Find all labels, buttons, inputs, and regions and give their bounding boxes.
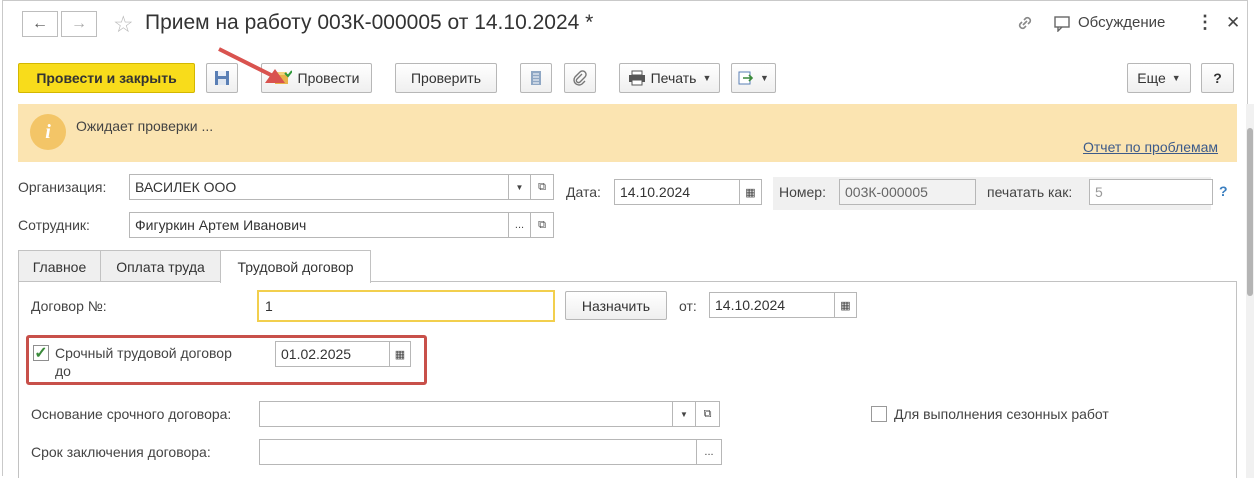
chevron-down-icon: ▼ — [760, 73, 769, 83]
employee-open-button[interactable]: ⧉ — [530, 212, 554, 238]
create-based-on-button[interactable]: ▼ — [731, 63, 776, 93]
status-message: Ожидает проверки ... — [76, 118, 214, 134]
chevron-down-icon: ▼ — [680, 409, 688, 419]
chevron-down-icon: ▼ — [702, 73, 712, 83]
tab-main[interactable]: Главное — [18, 250, 101, 282]
favorite-star-icon[interactable]: ☆ — [113, 11, 134, 38]
check-button[interactable]: Проверить — [395, 63, 497, 93]
employee-label: Сотрудник: — [18, 217, 90, 233]
contract-date-field[interactable]: 14.10.2024 — [709, 292, 835, 318]
ellipsis-icon: ... — [514, 219, 525, 231]
employee-field[interactable]: Фигуркин Артем Иванович — [129, 212, 509, 238]
attachment-button[interactable] — [564, 63, 596, 93]
calendar-icon: ▦ — [394, 348, 406, 361]
contract-number-label: Договор №: — [31, 298, 107, 314]
organization-field[interactable]: ВАСИЛЕК ООО — [129, 174, 509, 200]
tab-employment-contract[interactable]: Трудовой договор — [220, 250, 371, 283]
print-button-label: Печать — [650, 70, 697, 86]
chevron-down-icon: ▼ — [515, 182, 524, 192]
close-icon[interactable]: ✕ — [1226, 13, 1240, 33]
info-icon: i — [30, 114, 66, 150]
paperclip-icon — [573, 70, 587, 86]
more-options-icon[interactable]: ⋮ — [1196, 12, 1214, 33]
discussion-icon[interactable] — [1054, 16, 1072, 36]
post-button-label: Провести — [297, 70, 360, 86]
contract-number-field[interactable]: 1 — [257, 290, 555, 322]
annotation-arrow — [218, 47, 285, 83]
scrollbar-thumb[interactable] — [1247, 128, 1253, 296]
help-mark[interactable]: ? — [1219, 183, 1228, 199]
number-label: Номер: — [779, 184, 826, 200]
number-field: 003К-000005 — [839, 179, 976, 205]
help-button[interactable]: ? — [1201, 63, 1234, 93]
calendar-icon: ▦ — [840, 299, 851, 312]
organization-dropdown-button[interactable]: ▼ — [508, 174, 531, 200]
employee-select-button[interactable]: ... — [508, 212, 531, 238]
fixed-term-end-date-field[interactable]: 01.02.2025 — [275, 341, 390, 367]
chevron-down-icon: ▼ — [1171, 73, 1181, 83]
fixed-term-label-line1: Срочный трудовой договор — [55, 345, 232, 361]
assign-button[interactable]: Назначить — [565, 291, 667, 320]
print-button[interactable]: Печать ▼ — [619, 63, 720, 93]
contract-basis-dropdown-button[interactable]: ▼ — [672, 401, 696, 427]
open-window-icon: ⧉ — [703, 407, 712, 420]
organization-open-button[interactable]: ⧉ — [530, 174, 554, 200]
document-title: Прием на работу 003К-000005 от 14.10.202… — [145, 11, 594, 34]
discussion-button[interactable]: Обсуждение — [1078, 14, 1165, 31]
post-and-close-button[interactable]: Провести и закрыть — [18, 63, 195, 93]
contract-from-label: от: — [679, 298, 697, 314]
forward-arrow-icon: → — [71, 15, 87, 32]
fixed-term-label-line2: до — [55, 363, 71, 379]
list-icon — [531, 71, 541, 85]
ellipsis-icon: ... — [704, 446, 714, 458]
contract-basis-label: Основание срочного договора: — [31, 406, 232, 422]
date-label: Дата: — [566, 184, 601, 200]
contract-basis-field[interactable] — [259, 401, 673, 427]
date-field[interactable]: 14.10.2024 — [614, 179, 740, 205]
create-based-on-icon — [738, 71, 754, 85]
forward-button[interactable]: → — [61, 11, 97, 37]
open-window-icon: ⧉ — [538, 218, 546, 231]
list-button[interactable] — [520, 63, 552, 93]
contract-date-calendar-button[interactable]: ▦ — [834, 292, 857, 318]
link-icon[interactable] — [1015, 13, 1035, 37]
back-arrow-icon: ← — [32, 15, 48, 32]
date-calendar-button[interactable]: ▦ — [739, 179, 762, 205]
printer-icon — [628, 70, 645, 86]
organization-label: Организация: — [18, 179, 107, 195]
open-window-icon: ⧉ — [538, 180, 546, 193]
more-button[interactable]: Еще ▼ — [1127, 63, 1191, 93]
contract-term-select-button[interactable]: ... — [696, 439, 722, 465]
fixed-term-calendar-button[interactable]: ▦ — [389, 341, 411, 367]
seasonal-work-label: Для выполнения сезонных работ — [894, 406, 1109, 422]
checkmark-icon: ✓ — [34, 345, 48, 362]
more-button-label: Еще — [1137, 70, 1166, 86]
tab-payroll[interactable]: Оплата труда — [100, 250, 221, 282]
back-button[interactable]: ← — [22, 11, 58, 37]
print-as-field[interactable]: 5 — [1089, 179, 1213, 205]
print-as-label: печатать как: — [987, 184, 1073, 200]
problems-report-link[interactable]: Отчет по проблемам — [1083, 139, 1218, 155]
calendar-icon: ▦ — [745, 186, 756, 199]
seasonal-work-checkbox[interactable] — [871, 406, 887, 422]
contract-term-field[interactable] — [259, 439, 697, 465]
contract-basis-open-button[interactable]: ⧉ — [695, 401, 720, 427]
fixed-term-checkbox[interactable]: ✓ — [33, 345, 49, 362]
contract-term-label: Срок заключения договора: — [31, 444, 211, 460]
